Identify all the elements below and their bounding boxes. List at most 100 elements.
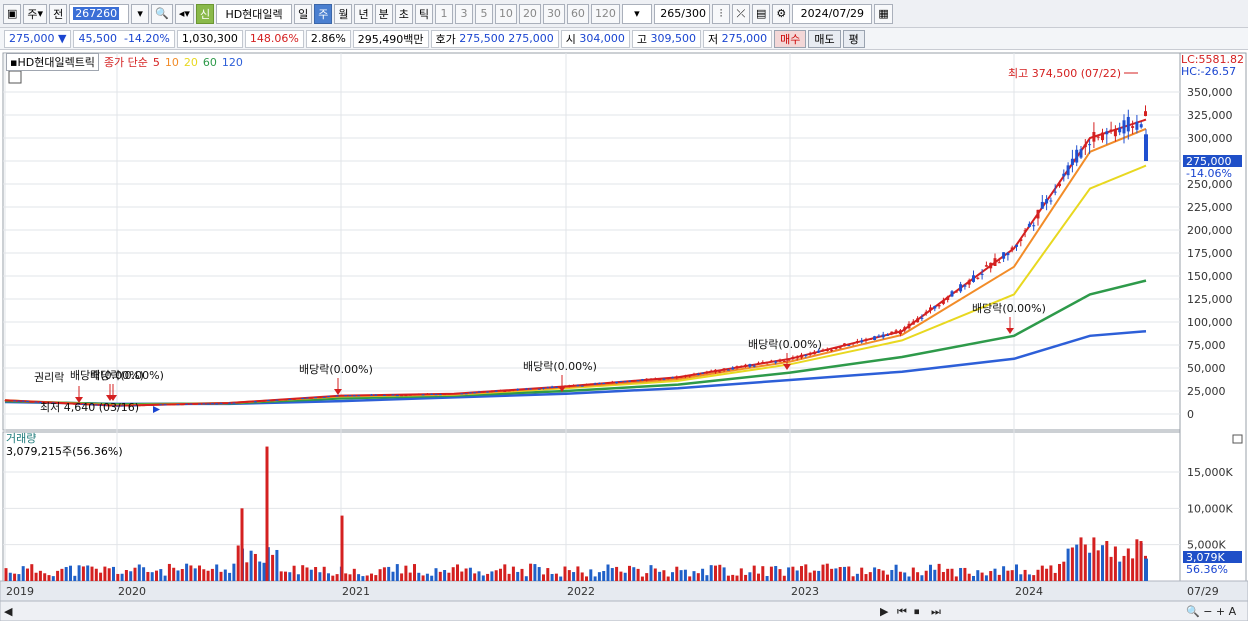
tab-weekly[interactable]: 주 xyxy=(314,3,333,24)
candle-body xyxy=(851,343,855,345)
volume-bar xyxy=(146,571,150,581)
interval-60[interactable]: 60 xyxy=(566,3,589,24)
jeon-button[interactable]: 전 xyxy=(49,3,68,24)
volume-bar xyxy=(60,568,64,581)
gear-icon[interactable]: ⚙ xyxy=(772,3,791,24)
open-label: 시 xyxy=(565,32,576,46)
candle-body xyxy=(460,393,464,395)
calendar-icon[interactable]: ▦ xyxy=(874,3,893,24)
interval-1[interactable]: 1 xyxy=(434,3,453,24)
count-input[interactable]: 265/300 xyxy=(653,3,710,24)
interval-20[interactable]: 20 xyxy=(518,3,541,24)
candle-body xyxy=(1139,124,1143,128)
price-chart[interactable]: 0 25,000 50,000 75,000 100,000 125,000 150,000… xyxy=(0,51,1248,621)
volume-pct-field: 148.06% xyxy=(244,29,304,48)
candle-body xyxy=(821,349,825,352)
tab-yearly[interactable]: 년 xyxy=(354,3,373,24)
candle-body xyxy=(511,389,515,391)
candle-body xyxy=(1144,111,1147,117)
tab-second[interactable]: 초 xyxy=(394,3,413,24)
sell-button[interactable]: 매도 xyxy=(808,29,841,48)
cross-icon[interactable]: ⤫ xyxy=(731,3,750,24)
code-dropdown-icon[interactable]: ▾ xyxy=(131,3,150,24)
stock-name-field[interactable]: HD현대일렉 xyxy=(216,3,293,24)
event-annotation: 배당락(0.00%) xyxy=(90,369,164,382)
volume-bar xyxy=(340,515,344,581)
volume-bar xyxy=(314,567,318,581)
candle-body xyxy=(1126,116,1130,132)
volume-bar xyxy=(1105,541,1109,581)
price-tick-label: 75,000 xyxy=(1187,339,1226,352)
candle-body xyxy=(916,318,920,323)
volume-bar xyxy=(163,575,167,581)
volume-bar xyxy=(972,575,975,581)
volume-bar xyxy=(460,571,464,581)
volume-bar xyxy=(443,570,447,581)
volume-bar xyxy=(456,564,459,581)
candle-body xyxy=(898,330,902,334)
volume-bar xyxy=(425,573,429,581)
volume-bar xyxy=(718,564,722,581)
candle-body xyxy=(774,361,778,363)
last-date-label: 07/29 xyxy=(1187,585,1219,598)
interval-30[interactable]: 30 xyxy=(542,3,565,24)
sound-icon[interactable]: ◂▾ xyxy=(174,3,194,24)
volume-bar xyxy=(916,572,920,581)
candle-body xyxy=(1122,120,1126,134)
year-label: 2022 xyxy=(567,585,595,598)
candle-body xyxy=(554,386,558,388)
candle-body xyxy=(812,351,816,355)
event-annotation: 배당락(0.00%) xyxy=(523,360,597,373)
volume-bar xyxy=(735,575,739,581)
interval-3[interactable]: 3 xyxy=(454,3,473,24)
tab-tick[interactable]: 틱 xyxy=(414,3,433,24)
tab-monthly[interactable]: 월 xyxy=(334,3,353,24)
stock-code-input[interactable]: 267260 xyxy=(69,3,130,24)
candle-body xyxy=(430,393,434,395)
volume-bar xyxy=(765,576,769,581)
candle-icon[interactable]: ⫶ xyxy=(711,3,730,24)
candle-body xyxy=(456,392,459,395)
volume-panel xyxy=(2,431,1181,582)
volume-bar xyxy=(434,568,438,581)
price-tick-label: 325,000 xyxy=(1187,109,1233,122)
candle-body xyxy=(1023,230,1027,232)
volume-bar xyxy=(537,567,541,581)
shin-button[interactable]: 신 xyxy=(195,3,215,24)
volume-bar xyxy=(752,565,756,581)
candle-body xyxy=(391,394,395,396)
pyeong-button[interactable]: 평 xyxy=(842,29,865,48)
volume-bar xyxy=(739,568,743,581)
candle-body xyxy=(628,380,631,382)
candle-body xyxy=(339,395,343,397)
candle-body xyxy=(645,378,649,381)
market-type-dropdown[interactable]: 주 ▾ xyxy=(23,3,48,24)
volume-bar xyxy=(1101,545,1104,581)
search-icon[interactable]: 🔍 xyxy=(151,3,173,24)
interval-5[interactable]: 5 xyxy=(474,3,493,24)
candle-body xyxy=(748,364,752,367)
volume-bar xyxy=(834,568,838,581)
candle-body xyxy=(1092,132,1096,142)
candle-body xyxy=(967,280,971,285)
date-input[interactable]: 2024/07/29 xyxy=(792,3,873,24)
candle-body xyxy=(331,395,335,397)
last-volume-bar xyxy=(1144,558,1148,581)
interval-10[interactable]: 10 xyxy=(494,3,517,24)
candle-body xyxy=(997,262,1001,264)
buy-button[interactable]: 매수 xyxy=(774,29,807,48)
interval-120[interactable]: 120 xyxy=(590,3,620,24)
window-icon[interactable]: ▣ xyxy=(3,3,22,24)
tab-minute[interactable]: 분 xyxy=(374,3,393,24)
tab-daily[interactable]: 일 xyxy=(294,3,313,24)
volume-bar xyxy=(99,572,103,581)
volume-bar xyxy=(365,575,369,581)
candle-body xyxy=(524,388,528,390)
price-tick-label: 225,000 xyxy=(1187,201,1233,214)
save-icon[interactable]: ▤ xyxy=(751,3,771,24)
volume-bar xyxy=(1002,566,1006,581)
candle-body xyxy=(400,395,404,397)
interval-dropdown[interactable]: ▾ xyxy=(621,3,652,24)
candle-body xyxy=(292,398,296,400)
volume-bar xyxy=(1126,548,1130,581)
